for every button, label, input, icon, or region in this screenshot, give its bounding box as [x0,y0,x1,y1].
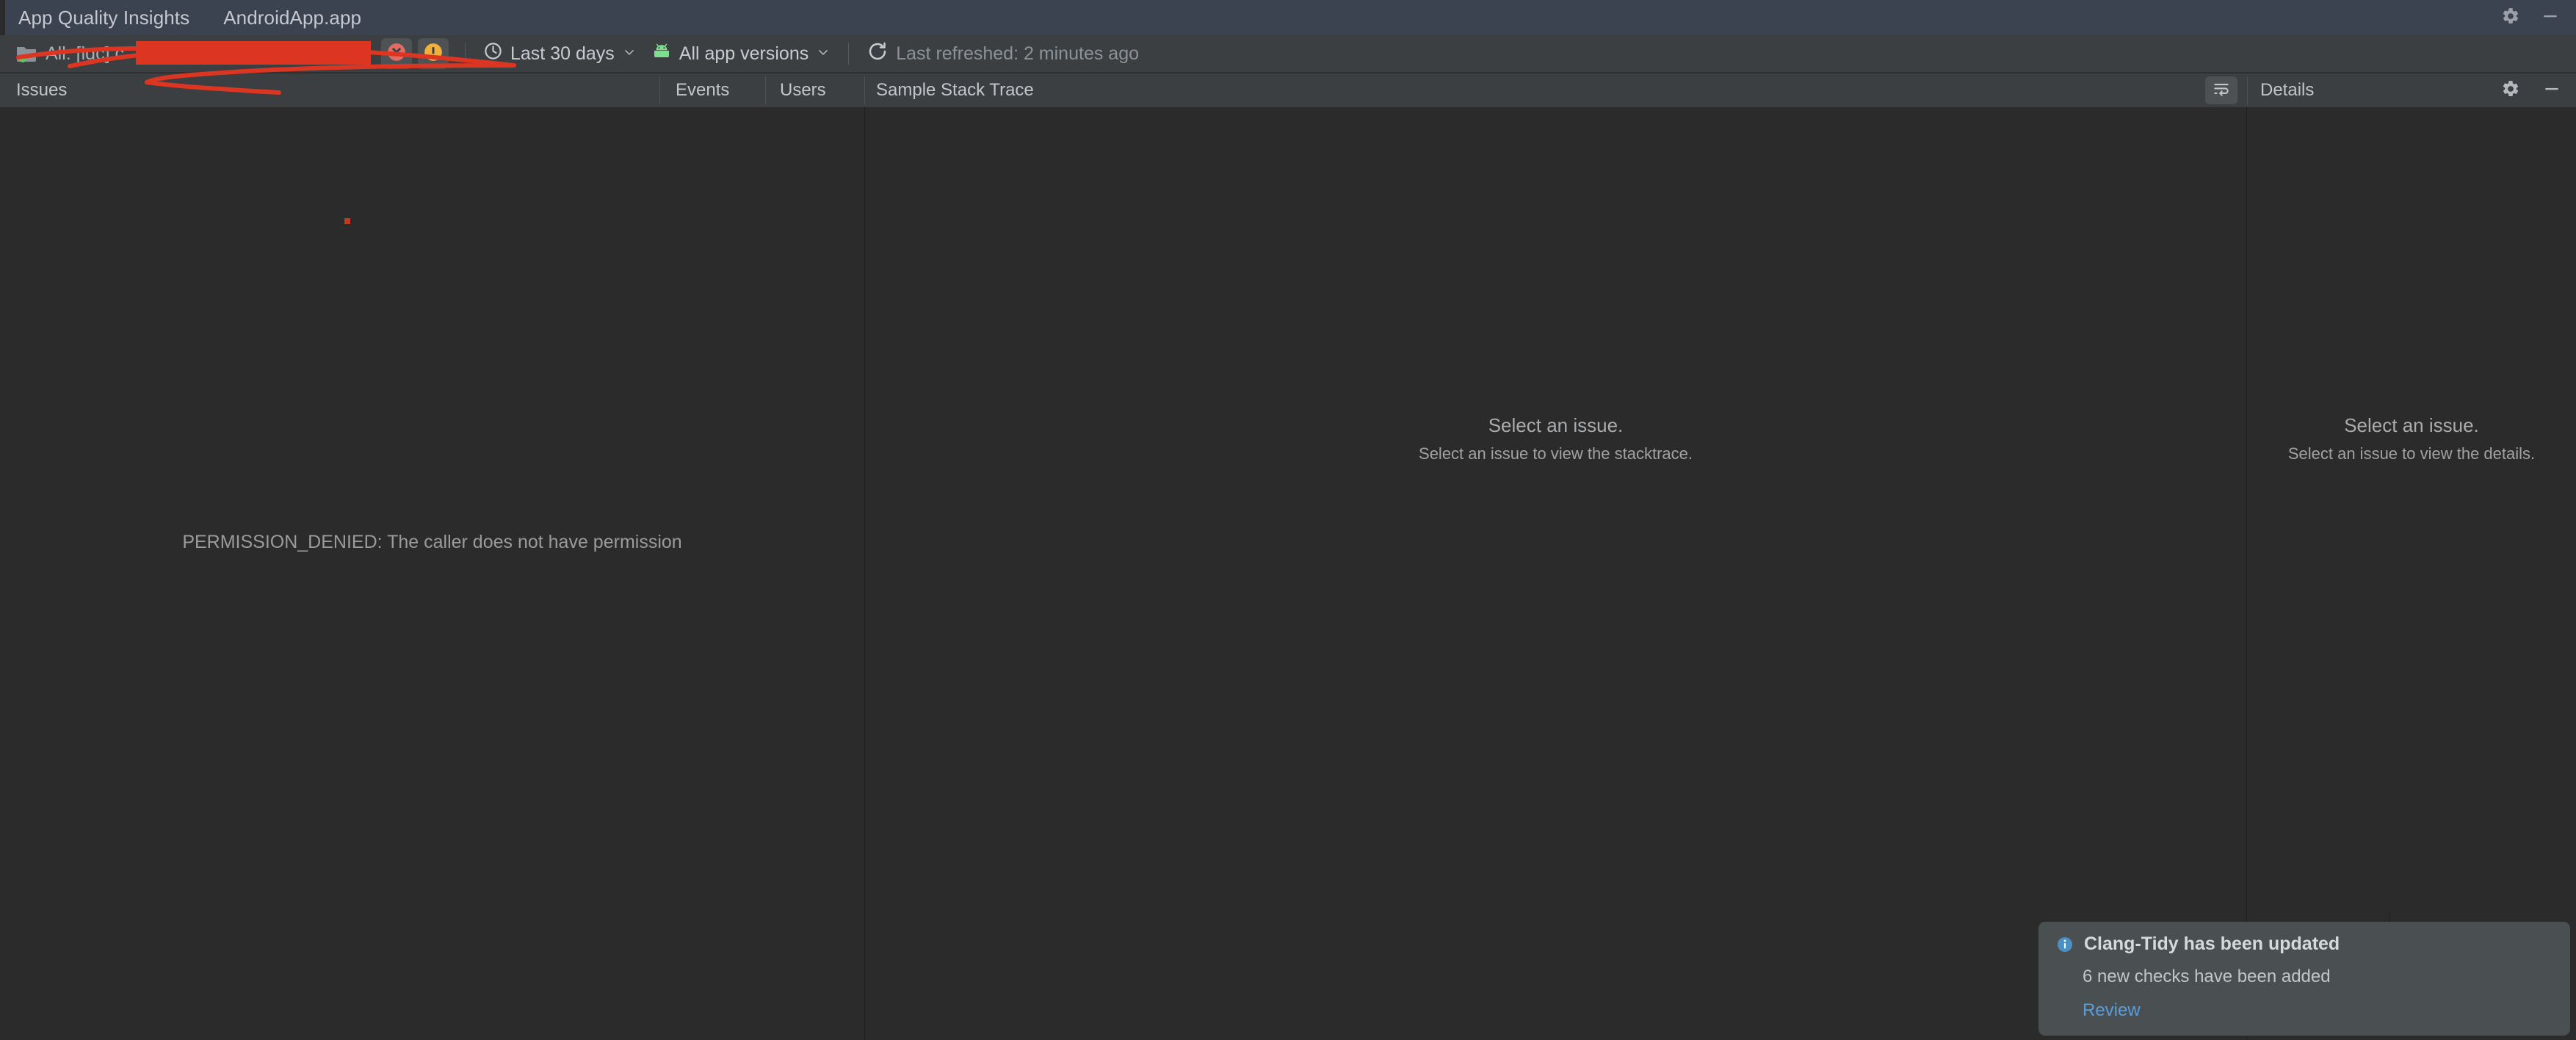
chevron-down-icon [622,43,637,65]
details-panel-actions [2501,73,2561,107]
fatal-crash-filter-toggle[interactable] [381,38,412,69]
android-app-module-icon [15,43,40,65]
toolbar-separator-3 [848,43,850,65]
app-version-selector[interactable]: All app versions [644,38,838,69]
titlebar-left-accent [0,0,5,35]
panel-title-details: Details [2260,80,2315,100]
gear-icon[interactable] [2501,7,2520,29]
stack-trace-empty-state: Select an issue. Select an issue to view… [865,414,2246,463]
soft-wrap-toggle-button[interactable] [2205,76,2237,104]
refresh-icon [866,40,889,68]
issues-error-message: PERMISSION_DENIED: The caller does not h… [182,532,682,552]
insights-filter-toolbar: All: [lgc] c Last 30 days All app versio… [0,35,2576,73]
details-pane: Select an issue. Select an issue to view… [2247,107,2576,1040]
header-divider-1 [659,76,660,104]
time-range-label: Last 30 days [510,43,615,64]
tool-window-titlebar: App Quality Insights AndroidApp.app [0,0,2576,35]
issues-pane: PERMISSION_DENIED: The caller does not h… [0,107,864,1040]
non-fatal-filter-toggle[interactable] [418,38,449,69]
notification-toast: Clang-Tidy has been updated 6 new checks… [2038,911,2570,1036]
annotation-dot [344,218,350,224]
tab-app-quality-insights[interactable]: App Quality Insights [18,7,189,29]
column-header-issues: Issues [16,80,68,100]
refresh-button[interactable] [859,38,896,69]
error-circle-x-icon [386,41,408,67]
header-divider-3 [864,76,865,104]
warning-exclamation-icon [422,41,444,67]
toast-body: 6 new checks have been added [2083,967,2331,987]
panel-header-row: Issues Events Users Sample Stack Trace D… [0,73,2576,107]
last-refreshed-status: Last refreshed: 2 minutes ago [896,43,1139,64]
toast-review-link[interactable]: Review [2083,1000,2141,1021]
chevron-down-icon [816,43,831,65]
clock-icon [483,41,503,66]
column-header-events: Events [676,80,730,100]
stack-trace-pane: Select an issue. Select an issue to view… [865,107,2246,1040]
info-icon [2056,936,2074,957]
details-empty-state: Select an issue. Select an issue to view… [2247,414,2576,463]
stack-trace-empty-subtitle: Select an issue to view the stacktrace. [1419,444,1693,463]
tool-window-tab-strip: App Quality Insights AndroidApp.app [5,0,395,35]
gear-icon[interactable] [2501,79,2520,102]
column-header-users: Users [780,80,826,100]
header-divider-2 [765,76,766,104]
toolbar-separator-2 [465,43,466,65]
minimize-icon[interactable] [2541,7,2560,29]
android-robot-icon [651,43,672,65]
details-empty-subtitle: Select an issue to view the details. [2287,444,2536,463]
details-empty-title: Select an issue. [2344,414,2479,436]
soft-wrap-icon [2211,79,2232,102]
tab-androidapp-app[interactable]: AndroidApp.app [223,7,361,29]
minimize-icon[interactable] [2542,79,2561,102]
time-range-selector[interactable]: Last 30 days [476,38,644,69]
titlebar-actions [2501,0,2576,35]
column-header-sample-stack-trace: Sample Stack Trace [876,80,1034,100]
header-divider-4 [2247,76,2248,104]
toast-header: Clang-Tidy has been updated [2056,934,2553,957]
toast-title: Clang-Tidy has been updated [2084,934,2340,955]
stack-trace-empty-title: Select an issue. [1488,414,1624,436]
app-version-label: All app versions [679,43,809,64]
app-module-selector-label: All: [lgc] c [46,43,124,64]
redaction-overlay [136,41,371,65]
